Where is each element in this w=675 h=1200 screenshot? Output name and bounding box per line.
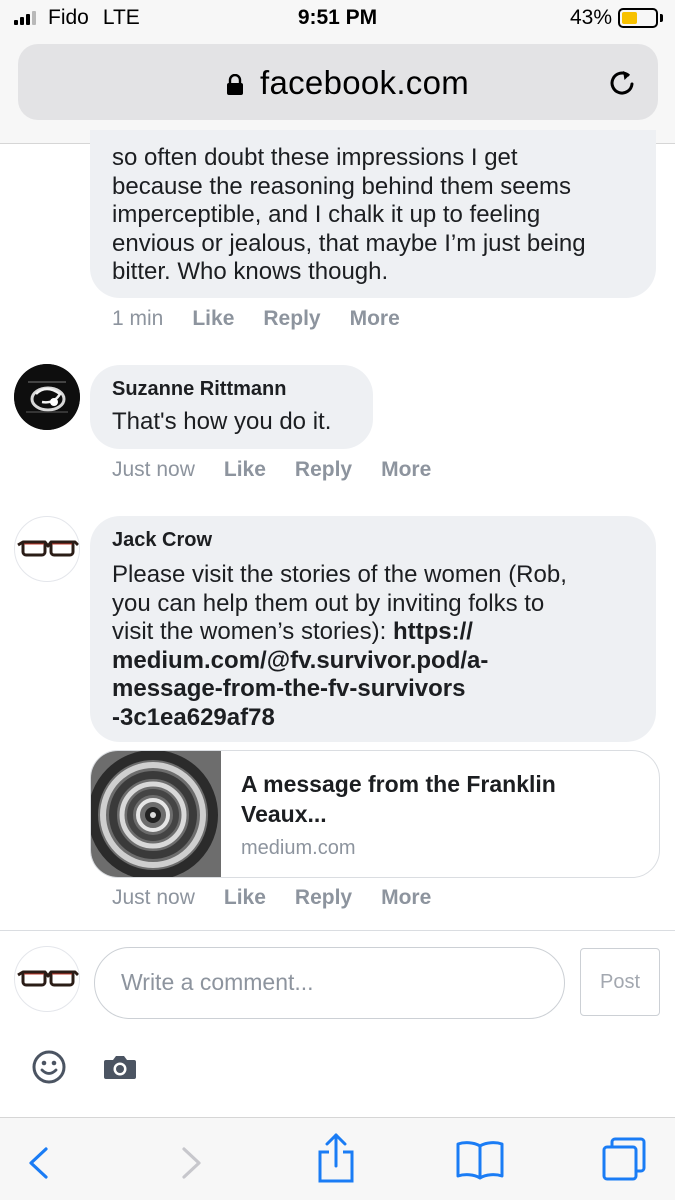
- comment-line: visit the women’s stories): https://: [112, 618, 567, 647]
- camera-icon[interactable]: [103, 1053, 137, 1081]
- comment-author[interactable]: Jack Crow: [112, 529, 212, 552]
- comment-timestamp: Just now: [112, 458, 195, 481]
- comment-line: because the reasoning behind them seems: [112, 172, 571, 200]
- address-bar[interactable]: facebook.com: [18, 44, 658, 120]
- reload-icon[interactable]: [608, 68, 638, 98]
- like-button[interactable]: Like: [224, 458, 266, 482]
- forward-icon[interactable]: [180, 1146, 204, 1180]
- post-button[interactable]: Post: [580, 948, 660, 1016]
- comment-line: so often doubt these impressions I get: [112, 144, 518, 171]
- like-button[interactable]: Like: [224, 886, 266, 910]
- lock-icon: [227, 74, 243, 95]
- reply-button[interactable]: Reply: [263, 307, 320, 331]
- link-preview-title-line: Veaux...: [241, 801, 327, 827]
- comment-bubble: Jack Crow Please visit the stories of th…: [90, 516, 656, 742]
- battery-nub: [660, 14, 663, 22]
- comment-input[interactable]: Write a comment...: [94, 947, 565, 1019]
- comment-text: Please visit the stories of the women (R…: [112, 561, 567, 732]
- like-button[interactable]: Like: [192, 307, 234, 331]
- glasses-avatar-image: [17, 540, 79, 557]
- avatar[interactable]: [14, 516, 80, 582]
- comment-link[interactable]: medium.com/@fv.survivor.pod/a-: [112, 647, 567, 676]
- smile-icon[interactable]: [32, 1050, 66, 1084]
- reply-button[interactable]: Reply: [295, 886, 352, 910]
- link-preview-card[interactable]: A message from the Franklin Veaux... med…: [90, 750, 660, 878]
- browser-toolbar: [0, 1117, 675, 1200]
- link-preview-title: A message from the Franklin Veaux...: [241, 769, 641, 829]
- tabs-icon[interactable]: [601, 1136, 647, 1182]
- comment-line: envious or jealous, that maybe I’m just …: [112, 229, 586, 257]
- battery-percent: 43%: [569, 6, 612, 29]
- comment-text: That's how you do it.: [112, 408, 332, 435]
- comment-actions: 1 min Like Reply More: [112, 307, 400, 331]
- reply-button[interactable]: Reply: [295, 458, 352, 482]
- comment-timestamp: Just now: [112, 886, 195, 909]
- avatar-image: [14, 364, 80, 430]
- comment-actions: Just now Like Reply More: [112, 458, 431, 482]
- comment-author[interactable]: Suzanne Rittmann: [112, 378, 286, 401]
- back-icon[interactable]: [26, 1146, 50, 1180]
- comment-line-text: visit the women’s stories):: [112, 618, 393, 645]
- my-avatar: [14, 946, 80, 1012]
- more-button[interactable]: More: [381, 886, 431, 910]
- comment-link[interactable]: message-from-the-fv-survivors: [112, 675, 567, 704]
- comment-line: you can help them out by inviting folks …: [112, 589, 545, 617]
- avatar[interactable]: [14, 364, 80, 430]
- glasses-avatar-image: [17, 970, 79, 987]
- more-button[interactable]: More: [350, 307, 400, 331]
- link-preview-title-line: A message from the Franklin: [241, 771, 556, 797]
- bookmarks-icon[interactable]: [456, 1140, 504, 1180]
- more-button[interactable]: More: [381, 458, 431, 482]
- comment-line: Please visit the stories of the women (R…: [112, 561, 567, 588]
- url-domain: facebook.com: [260, 64, 470, 101]
- divider: [0, 930, 675, 931]
- comment-input-placeholder: Write a comment...: [121, 969, 314, 995]
- comment-timestamp: 1 min: [112, 307, 164, 330]
- share-icon[interactable]: [317, 1132, 355, 1184]
- comment-line: bitter. Who knows though.: [112, 258, 389, 285]
- battery-icon: [618, 8, 658, 28]
- address-bar-area: facebook.com: [0, 40, 675, 144]
- status-bar: Fido LTE 9:51 PM 43%: [0, 0, 675, 40]
- comment-bubble: Suzanne Rittmann That's how you do it.: [90, 365, 373, 449]
- comment-line: imperceptible, and I chalk it up to feel…: [112, 201, 541, 228]
- battery-level: [622, 12, 637, 24]
- comment-actions: Just now Like Reply More: [112, 886, 431, 910]
- comment-link[interactable]: -3c1ea629af78: [112, 704, 567, 733]
- link-preview-domain: medium.com: [241, 837, 356, 859]
- link-preview-thumbnail: [91, 751, 221, 877]
- comment-text: so often doubt these impressions I get b…: [112, 144, 586, 287]
- comment-link-start[interactable]: https://: [393, 618, 473, 645]
- comment-bubble: so often doubt these impressions I get b…: [90, 130, 656, 298]
